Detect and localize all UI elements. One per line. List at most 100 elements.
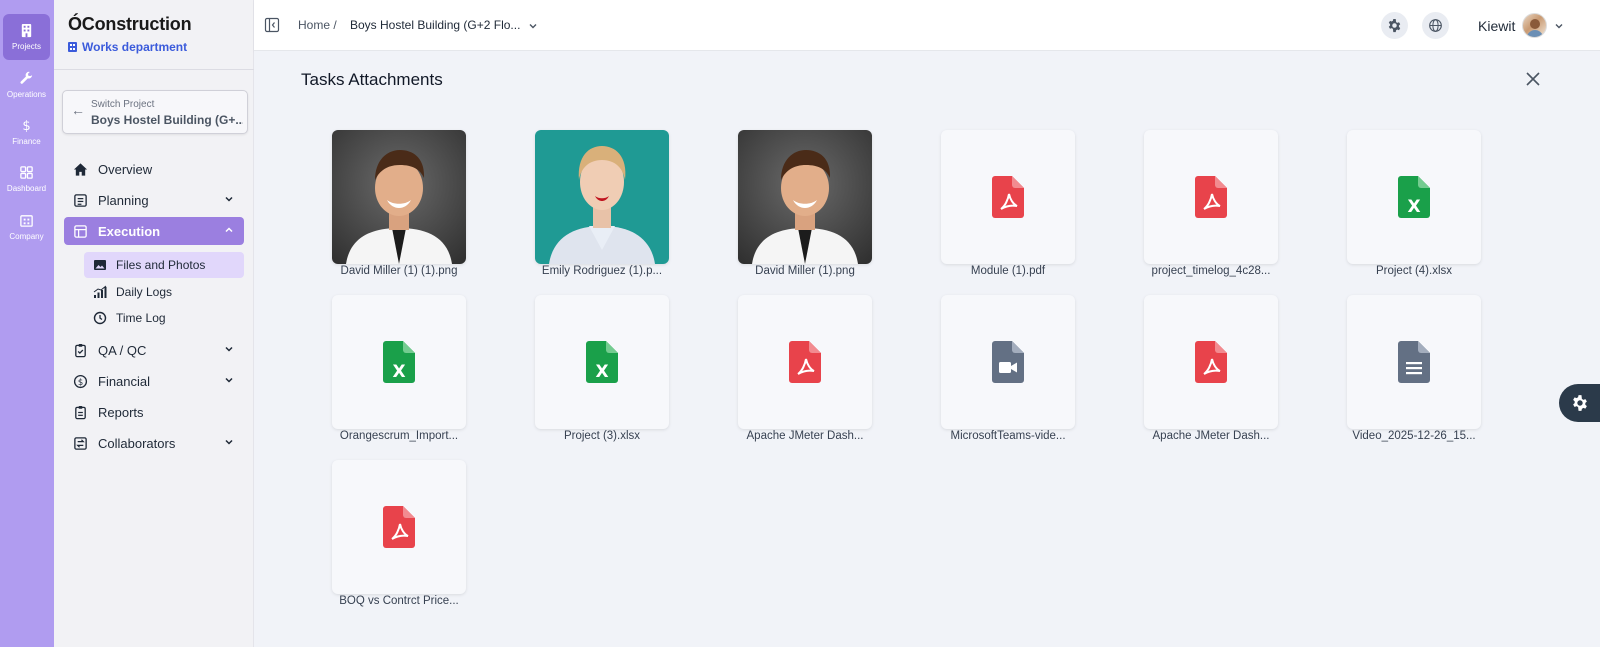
subnav-label: Daily Logs xyxy=(116,285,173,299)
file-tile[interactable]: X xyxy=(535,295,669,429)
rail-label: Operations xyxy=(6,90,47,99)
file-tile[interactable]: X xyxy=(1347,130,1481,264)
app-rail: Projects Operations $ Finance Dashboard … xyxy=(0,0,54,647)
collaborators-icon xyxy=(70,433,90,453)
chevron-up-icon xyxy=(225,227,233,233)
company-icon xyxy=(20,215,33,227)
switch-project-button[interactable]: ← Switch Project Boys Hostel Building (G… xyxy=(62,90,248,134)
rail-label: Company xyxy=(9,232,44,241)
file-tile[interactable] xyxy=(941,295,1075,429)
gear-icon xyxy=(1388,18,1401,33)
file-tile[interactable] xyxy=(1144,130,1278,264)
chevron-down-icon xyxy=(225,346,233,352)
file-tile[interactable] xyxy=(738,295,872,429)
language-button[interactable] xyxy=(1422,12,1449,39)
file-tile[interactable] xyxy=(332,130,466,264)
close-icon[interactable] xyxy=(1525,71,1541,87)
clock-icon xyxy=(92,310,108,326)
nav-financial[interactable]: $ Financial xyxy=(64,367,244,395)
avatar-image xyxy=(1526,19,1544,37)
floating-settings-button[interactable] xyxy=(1559,384,1600,422)
department-label: Works department xyxy=(68,40,187,54)
file-tile[interactable] xyxy=(535,130,669,264)
brand-logo[interactable]: ÓConstruction xyxy=(68,14,192,35)
subnav-files-and-photos[interactable]: Files and Photos xyxy=(84,252,244,278)
file-name: Video_2025-12-26_15... xyxy=(1352,430,1476,442)
rail-item-company[interactable]: Company xyxy=(3,204,50,250)
main-content: Tasks Attachments David Miller (1) (1).p… xyxy=(254,51,1600,647)
file-tile[interactable] xyxy=(941,130,1075,264)
file-tile[interactable] xyxy=(1144,295,1278,429)
video-file-icon xyxy=(992,341,1024,383)
nav-label: Execution xyxy=(98,223,161,239)
dollar-circle-icon: $ xyxy=(70,371,90,391)
settings-button[interactable] xyxy=(1381,12,1408,39)
image-icon xyxy=(92,257,108,273)
file-name: BOQ vs Contrct Price... xyxy=(339,595,459,607)
file-name: Apache JMeter Dash... xyxy=(746,430,864,442)
nav-label: Collaborators xyxy=(98,435,176,451)
nav-label: Planning xyxy=(98,192,149,208)
current-project-name: Boys Hostel Building (G+... xyxy=(91,113,243,127)
wrench-icon xyxy=(20,71,33,84)
file-name: MicrosoftTeams-vide... xyxy=(950,430,1066,442)
sidebar-collapse-icon[interactable] xyxy=(264,17,280,33)
file-tile[interactable]: X xyxy=(332,295,466,429)
switch-project-label: Switch Project xyxy=(91,99,155,110)
photo-thumbnail xyxy=(346,150,452,264)
nav-overview[interactable]: Overview xyxy=(64,155,244,183)
rail-item-operations[interactable]: Operations xyxy=(3,62,50,108)
sidebar: ÓConstruction Works department ← Switch … xyxy=(54,0,254,647)
photo-thumbnail xyxy=(752,150,858,264)
building-icon xyxy=(21,23,32,38)
subnav-time-log[interactable]: Time Log xyxy=(84,305,244,331)
breadcrumb-project[interactable]: Boys Hostel Building (G+2 Flo... xyxy=(350,18,520,32)
pdf-file-icon xyxy=(1195,341,1227,383)
file-name: David Miller (1) (1).png xyxy=(340,265,458,277)
nav-execution[interactable]: Execution xyxy=(64,217,244,245)
rail-label: Projects xyxy=(12,42,41,51)
top-header: Home / Boys Hostel Building (G+2 Flo... … xyxy=(254,0,1600,51)
excel-file-icon: X xyxy=(1398,176,1430,218)
file-tile[interactable] xyxy=(1347,295,1481,429)
nav-label: Overview xyxy=(98,161,153,177)
pdf-file-icon xyxy=(992,176,1024,218)
file-name: Project (3).xlsx xyxy=(563,430,641,442)
file-tile[interactable] xyxy=(332,460,466,594)
sidebar-divider xyxy=(54,69,254,70)
file-tile[interactable] xyxy=(738,130,872,264)
pdf-file-icon xyxy=(1195,176,1227,218)
user-name[interactable]: Kiewit xyxy=(1478,18,1515,34)
chevron-down-icon[interactable] xyxy=(1554,21,1564,31)
grid-icon xyxy=(20,166,33,179)
globe-icon xyxy=(1429,19,1442,32)
chevron-down-icon xyxy=(225,196,233,202)
photo-thumbnail xyxy=(549,146,655,264)
file-name: Emily Rodriguez (1).p... xyxy=(541,265,663,277)
document-file-icon xyxy=(1398,341,1430,383)
building-small-icon xyxy=(68,42,77,52)
avatar[interactable] xyxy=(1522,13,1547,38)
rail-item-dashboard[interactable]: Dashboard xyxy=(3,156,50,202)
execution-icon xyxy=(70,221,90,241)
rail-item-finance[interactable]: $ Finance xyxy=(3,109,50,155)
nav-qa-qc[interactable]: QA / QC xyxy=(64,336,244,364)
signal-chart-icon xyxy=(92,284,108,300)
file-name: Module (1).pdf xyxy=(970,265,1046,277)
excel-file-icon: X xyxy=(383,341,415,383)
pdf-file-icon xyxy=(789,341,821,383)
chevron-down-icon xyxy=(225,439,233,445)
breadcrumb-home[interactable]: Home / xyxy=(298,18,337,32)
svg-text:X: X xyxy=(595,362,608,382)
svg-text:$: $ xyxy=(77,376,82,386)
department-name: Works department xyxy=(82,40,188,54)
file-name: David Miller (1).png xyxy=(755,265,855,277)
chevron-down-icon[interactable] xyxy=(528,21,538,31)
nav-planning[interactable]: Planning xyxy=(64,186,244,214)
rail-item-projects[interactable]: Projects xyxy=(3,14,50,60)
nav-reports[interactable]: Reports xyxy=(64,398,244,426)
excel-file-icon: X xyxy=(586,341,618,383)
subnav-daily-logs[interactable]: Daily Logs xyxy=(84,279,244,305)
home-icon xyxy=(70,159,90,179)
nav-collaborators[interactable]: Collaborators xyxy=(64,429,244,457)
